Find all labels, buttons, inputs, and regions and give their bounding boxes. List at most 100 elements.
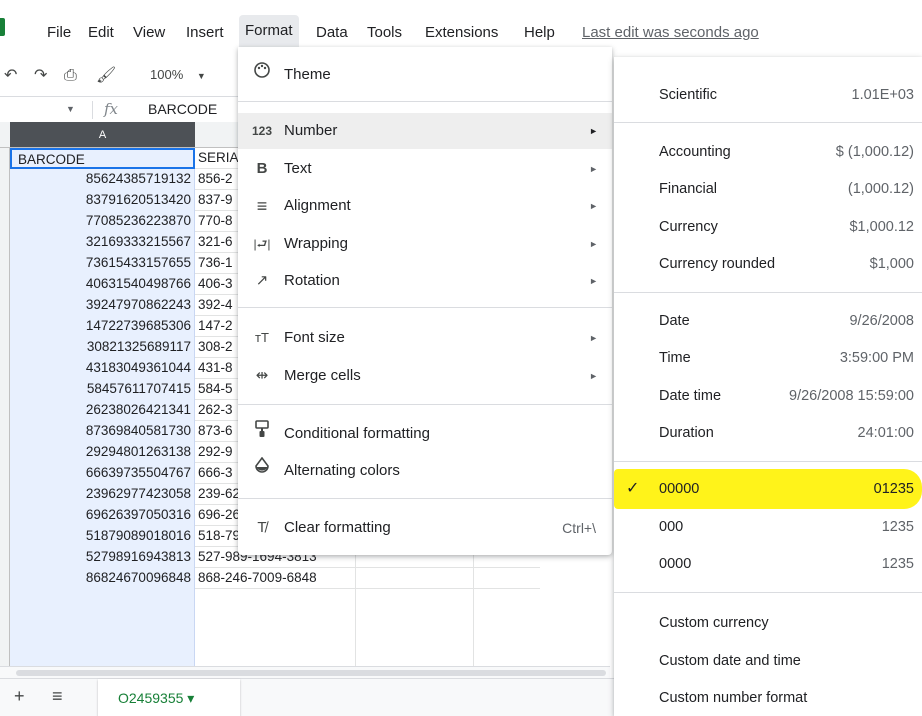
all-sheets-icon[interactable]: ≡: [52, 686, 63, 707]
cell-a[interactable]: 73615433157655: [10, 253, 195, 274]
cell-a[interactable]: 32169333215567: [10, 232, 195, 253]
menu-item-conditional-formatting[interactable]: Conditional formatting: [238, 416, 612, 452]
cell-a[interactable]: 43183049361044: [10, 358, 195, 379]
menu-data[interactable]: Data: [316, 22, 348, 44]
format-financial[interactable]: Financial (1,000.12): [614, 171, 922, 207]
undo-icon[interactable]: ↶: [4, 66, 17, 86]
cell-a[interactable]: [10, 589, 195, 666]
cell-a[interactable]: 86824670096848: [10, 568, 195, 589]
format-example: 3:59:00 PM: [839, 350, 914, 366]
formula-input[interactable]: BARCODE: [148, 101, 217, 117]
cell-a[interactable]: 83791620513420: [10, 190, 195, 211]
format-currency-rounded[interactable]: Currency rounded $1,000: [614, 246, 922, 282]
cell-a[interactable]: 30821325689117: [10, 337, 195, 358]
scrollbar-thumb[interactable]: [16, 670, 606, 676]
table-row: 86824670096848 868-246-7009-6848: [10, 568, 540, 589]
cell-a[interactable]: 39247970862243: [10, 295, 195, 316]
horizontal-scrollbar[interactable]: [0, 666, 610, 678]
menu-item-label: Font size: [284, 329, 345, 346]
print-icon[interactable]: ⎙: [64, 66, 77, 86]
menu-item-rotation[interactable]: ↗ Rotation ►: [238, 263, 612, 299]
menu-item-font-size[interactable]: тT Font size ►: [238, 320, 612, 356]
sheet-tab-active[interactable]: O2459355 ▾: [98, 679, 240, 716]
last-edit-link[interactable]: Last edit was seconds ago: [582, 22, 759, 44]
shortcut-label: Ctrl+\: [562, 520, 596, 536]
cell-a[interactable]: 58457611707415: [10, 379, 195, 400]
select-all-corner[interactable]: [0, 122, 10, 148]
menu-file[interactable]: File: [47, 22, 71, 44]
cell-a[interactable]: 51879089018016: [10, 526, 195, 547]
menu-view[interactable]: View: [133, 22, 165, 44]
format-custom-number[interactable]: Custom number format: [614, 680, 922, 716]
format-custom-currency[interactable]: Custom currency: [614, 605, 922, 641]
format-00000[interactable]: ✓ 00000 01235: [614, 471, 922, 507]
cell-c[interactable]: [356, 568, 474, 589]
cell-a[interactable]: 14722739685306: [10, 316, 195, 337]
format-example: $1,000.12: [849, 219, 914, 235]
name-box-chevron-icon[interactable]: ▼: [66, 104, 75, 114]
checkmark-icon: ✓: [626, 480, 640, 497]
paint-format-icon[interactable]: 🖌: [96, 66, 116, 86]
format-label: Time: [659, 350, 691, 366]
cell-a[interactable]: 85624385719132: [10, 169, 195, 190]
align-icon: ≡: [256, 196, 268, 216]
format-currency[interactable]: Currency $1,000.12: [614, 209, 922, 245]
format-0000[interactable]: 0000 1235: [614, 546, 922, 582]
menu-item-alternating-colors[interactable]: Alternating colors: [238, 453, 612, 489]
menu-item-label: Wrapping: [284, 235, 348, 252]
format-example: 1.01E+03: [851, 87, 915, 103]
format-example: 1235: [881, 519, 914, 535]
cell-a[interactable]: 40631540498766: [10, 274, 195, 295]
cell-a[interactable]: 77085236223870: [10, 211, 195, 232]
cell-a[interactable]: 23962977423058: [10, 484, 195, 505]
format-duration[interactable]: Duration 24:01:00: [614, 415, 922, 451]
format-menu: Theme 123 Number ► B Text ► ≡ Alignment …: [238, 47, 612, 555]
cell-a[interactable]: 87369840581730: [10, 421, 195, 442]
cell-a[interactable]: 29294801263138: [10, 442, 195, 463]
cell-b[interactable]: 868-246-7009-6848: [196, 568, 356, 589]
chevron-down-icon: ▼: [196, 71, 206, 81]
divider: [238, 498, 612, 499]
menu-insert[interactable]: Insert: [186, 22, 224, 44]
add-sheet-icon[interactable]: +: [14, 686, 25, 707]
format-example: (1,000.12): [847, 181, 914, 197]
format-accounting[interactable]: Accounting $ (1,000.12): [614, 134, 922, 170]
format-custom-date-time[interactable]: Custom date and time: [614, 643, 922, 679]
toolbar: ↶ ↷ ⎙ 🖌 100% ▼: [0, 58, 240, 94]
alternating-colors-icon: [250, 453, 274, 489]
divider: [614, 592, 922, 593]
cell-b[interactable]: [196, 589, 356, 666]
menu-help[interactable]: Help: [524, 22, 555, 44]
format-label: Custom number format: [659, 690, 808, 706]
menu-item-label: Text: [284, 160, 312, 177]
redo-icon[interactable]: ↷: [34, 66, 47, 86]
menu-extensions[interactable]: Extensions: [425, 22, 498, 44]
menu-edit[interactable]: Edit: [88, 22, 114, 44]
column-header-a[interactable]: A: [10, 122, 195, 148]
cell-c[interactable]: [356, 589, 474, 666]
format-label: Currency rounded: [659, 256, 776, 272]
format-date[interactable]: Date 9/26/2008: [614, 303, 922, 339]
format-date-time[interactable]: Date time 9/26/2008 15:59:00: [614, 378, 922, 414]
format-label: Accounting: [659, 144, 731, 160]
format-scientific[interactable]: Scientific 1.01E+03: [614, 77, 922, 113]
cell-a[interactable]: 66639735504767: [10, 463, 195, 484]
menu-item-theme[interactable]: Theme: [238, 57, 612, 93]
cell-a[interactable]: 52798916943813: [10, 547, 195, 568]
menu-item-wrapping[interactable]: |⮐| Wrapping ►: [238, 226, 612, 262]
menu-item-number[interactable]: 123 Number ►: [238, 113, 612, 149]
format-000[interactable]: 000 1235: [614, 509, 922, 545]
menu-item-clear-formatting[interactable]: T̸ Clear formatting Ctrl+\: [238, 510, 612, 546]
menu-item-alignment[interactable]: ≡ Alignment ►: [238, 188, 612, 224]
cell-a[interactable]: 69626397050316: [10, 505, 195, 526]
cell-a1[interactable]: BARCODE: [10, 148, 195, 169]
menu-tools[interactable]: Tools: [367, 22, 402, 44]
menu-format[interactable]: Format: [239, 15, 299, 47]
format-time[interactable]: Time 3:59:00 PM: [614, 340, 922, 376]
menu-item-merge-cells[interactable]: ⇹ Merge cells ►: [238, 358, 612, 394]
menu-item-text[interactable]: B Text ►: [238, 151, 612, 187]
menu-item-label: Number: [284, 122, 338, 139]
zoom-select[interactable]: 100% ▼: [150, 67, 206, 82]
cell-a[interactable]: 26238026421341: [10, 400, 195, 421]
format-example: 9/26/2008: [849, 313, 914, 329]
